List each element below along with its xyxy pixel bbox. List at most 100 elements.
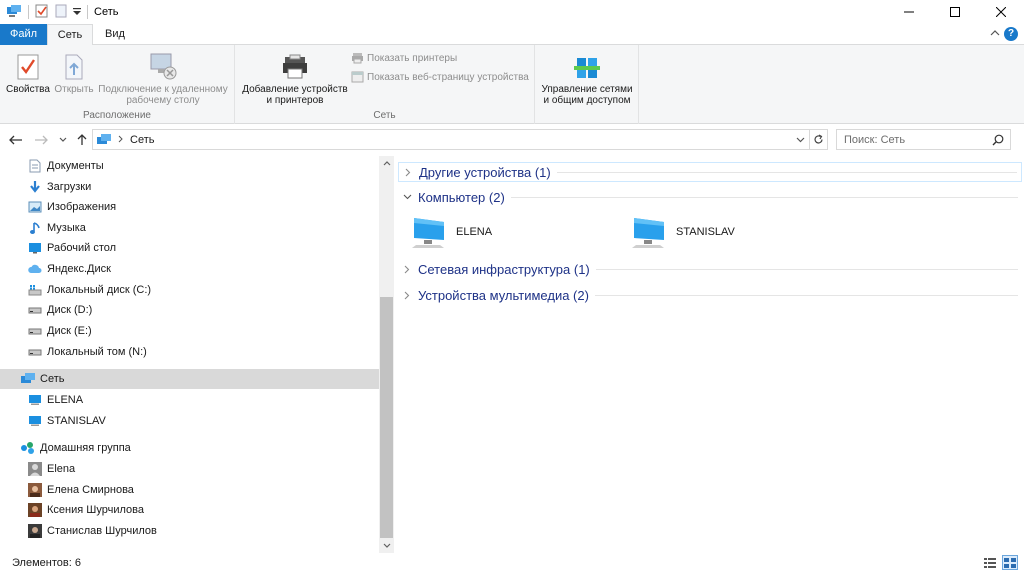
nav-item-drive-n[interactable]: Локальный том (N:) [0,342,379,362]
cloud-icon [27,261,43,277]
search-box[interactable] [836,129,1011,150]
customize-toolbar-icon[interactable] [73,6,81,19]
printer-icon [239,49,351,81]
nav-item-homegroup[interactable]: Домашняя группа [0,438,379,458]
drive-icon [27,344,43,360]
properties-button[interactable]: Свойства [4,49,52,95]
nav-item-label: Елена Смирнова [47,484,134,496]
nav-item-label: Elena [47,463,76,475]
nav-item-documents[interactable]: Документы [0,156,379,176]
drive-icon [27,302,43,318]
nav-item-user-ksenia[interactable]: Ксения Шурчилова [0,500,379,520]
group-network-infrastructure[interactable]: Сетевая инфраструктура (1) [398,259,1022,279]
toolbar-separator [28,5,29,19]
back-button[interactable] [8,132,24,148]
computer-icon [27,392,43,408]
remote-desktop-button[interactable]: Подключение к удаленному рабочему столу [96,49,230,106]
nav-item-drive-c[interactable]: Локальный диск (C:) [0,280,379,300]
show-device-page-button[interactable]: Показать веб-страницу устройства [351,71,529,83]
music-icon [27,220,43,236]
search-icon[interactable] [992,134,1004,149]
tab-view[interactable]: Вид [93,24,137,45]
up-button[interactable] [74,132,90,148]
scroll-up-icon[interactable] [379,156,394,171]
computer-tile-stanislav[interactable]: STANISLAV [630,214,735,250]
chevron-right-icon [400,291,414,300]
nav-item-user-stanislav[interactable]: Станислав Шурчилов [0,521,379,541]
address-dropdown-icon[interactable] [796,137,805,143]
show-printers-button[interactable]: Показать принтеры [351,52,457,64]
group-computer[interactable]: Компьютер (2) [398,187,1022,207]
help-icon[interactable]: ? [1004,27,1018,41]
details-view-button[interactable] [982,555,998,570]
nav-item-yandex-disk[interactable]: Яндекс.Диск [0,259,379,279]
recent-locations-button[interactable] [55,132,71,148]
open-button[interactable]: Открыть [52,49,96,95]
nav-item-drive-e[interactable]: Диск (E:) [0,321,379,341]
web-page-icon [351,71,364,83]
nav-item-elena[interactable]: ELENA [0,390,379,410]
properties-quick-icon[interactable] [35,4,49,21]
downloads-icon [27,179,43,195]
close-button[interactable] [978,0,1024,24]
nav-item-network[interactable]: Сеть [0,369,379,389]
forward-button[interactable] [33,132,49,148]
computer-icon [27,413,43,429]
computer-tile-elena[interactable]: ELENA [410,214,492,250]
nav-item-downloads[interactable]: Загрузки [0,177,379,197]
address-bar[interactable]: Сеть [92,129,810,150]
window-title: Сеть [94,6,119,18]
group-divider [595,268,1018,270]
add-devices-button[interactable]: Добавление устройств и принтеров [239,49,351,106]
nav-item-user-elena-smirnova[interactable]: Елена Смирнова [0,480,379,500]
computer-icon [412,218,444,248]
network-group: Добавление устройств и принтеров Показат… [235,45,535,124]
group-other-devices[interactable]: Другие устройства (1) [398,162,1022,182]
open-icon [52,49,96,81]
network-group-label: Сеть [373,110,396,121]
tab-network[interactable]: Сеть [47,24,93,46]
content-pane: Другие устройства (1) Компьютер (2) ELEN… [394,156,1024,553]
nav-item-desktop[interactable]: Рабочий стол [0,238,379,258]
documents-icon [27,158,43,174]
search-input[interactable] [837,133,987,146]
user-photo-icon [27,523,43,539]
scroll-down-icon[interactable] [379,538,394,553]
nav-item-label: Локальный диск (C:) [47,284,152,296]
nav-item-music[interactable]: Музыка [0,218,379,238]
nav-item-label: Диск (E:) [47,325,92,337]
nav-item-pictures[interactable]: Изображения [0,197,379,217]
nav-item-user-elena[interactable]: Elena [0,459,379,479]
group-multimedia-devices[interactable]: Устройства мультимедиа (2) [398,285,1022,305]
tiles-view-icon [1004,557,1016,568]
tab-file[interactable]: Файл [0,24,47,45]
nav-scrollbar[interactable] [379,156,394,553]
maximize-button[interactable] [932,0,978,24]
scrollbar-thumb[interactable] [380,297,393,538]
sharing-label-line2: и общим доступом [543,95,631,106]
refresh-icon [814,134,823,144]
nav-item-label: Диск (D:) [47,304,93,316]
computer-name: STANISLAV [676,226,735,238]
item-count: Элементов: 6 [12,556,81,569]
window-controls [886,0,1024,24]
location-group: Свойства Открыть Подключение к удаленном… [0,45,235,124]
properties-icon [4,49,52,81]
refresh-button[interactable] [810,129,828,150]
tiles-view-button[interactable] [1002,555,1018,570]
collapse-ribbon-icon[interactable] [990,28,1000,40]
system-drive-icon [27,282,43,298]
network-sharing-icon [537,49,637,81]
new-folder-quick-icon[interactable] [55,4,67,21]
nav-item-label: STANISLAV [47,415,106,427]
show-printers-label: Показать принтеры [367,52,458,64]
nav-item-stanislav[interactable]: STANISLAV [0,411,379,431]
breadcrumb-network[interactable]: Сеть [130,134,154,146]
desktop-icon [27,240,43,256]
nav-item-label: Яндекс.Диск [47,263,111,275]
user-icon [27,461,43,477]
network-sharing-center-button[interactable]: Управление сетями и общим доступом [537,49,637,106]
nav-item-drive-d[interactable]: Диск (D:) [0,300,379,320]
minimize-button[interactable] [886,0,932,24]
properties-label: Свойства [6,84,50,95]
